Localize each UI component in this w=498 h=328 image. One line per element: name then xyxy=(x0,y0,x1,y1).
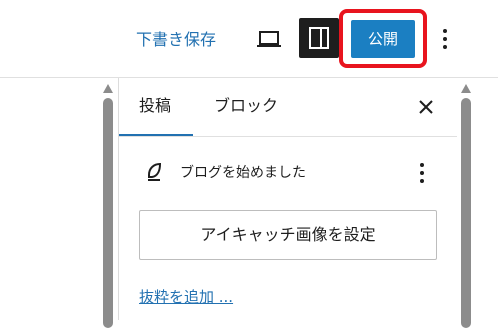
content-scrollbar[interactable] xyxy=(102,82,114,328)
close-icon[interactable] xyxy=(417,98,435,116)
tab-block[interactable]: ブロック xyxy=(214,94,278,118)
save-draft-button[interactable]: 下書き保存 xyxy=(136,28,216,52)
set-featured-image-button[interactable]: アイキャッチ画像を設定 xyxy=(139,210,437,260)
scroll-up-arrow-icon[interactable] xyxy=(460,82,472,96)
feather-icon xyxy=(145,162,163,182)
more-vertical-icon[interactable] xyxy=(434,26,456,52)
post-title: ブログを始めました xyxy=(180,165,306,181)
post-summary-row: ブログを始めました xyxy=(119,156,457,192)
post-more-icon[interactable] xyxy=(415,160,429,186)
settings-toggle-button[interactable] xyxy=(299,18,339,58)
publish-button[interactable]: 公開 xyxy=(351,20,415,58)
settings-sidebar: 投稿 ブロック ブログを始めました アイキャッチ画像を設定 抜粋を追加 ... xyxy=(118,78,457,320)
editor-header: 下書き保存 公開 xyxy=(0,0,498,77)
sidebar-scrollbar[interactable] xyxy=(460,82,472,328)
scrollbar-thumb[interactable] xyxy=(103,98,113,328)
add-excerpt-link[interactable]: 抜粋を追加 ... xyxy=(139,286,233,308)
sidebar-tabs: 投稿 ブロック xyxy=(119,78,457,137)
scroll-up-arrow-icon[interactable] xyxy=(102,82,114,96)
active-tab-indicator xyxy=(119,134,193,136)
sidebar-panel-icon xyxy=(309,27,329,49)
tab-post[interactable]: 投稿 xyxy=(139,94,171,118)
scrollbar-thumb[interactable] xyxy=(461,98,471,328)
laptop-icon[interactable] xyxy=(255,26,283,52)
